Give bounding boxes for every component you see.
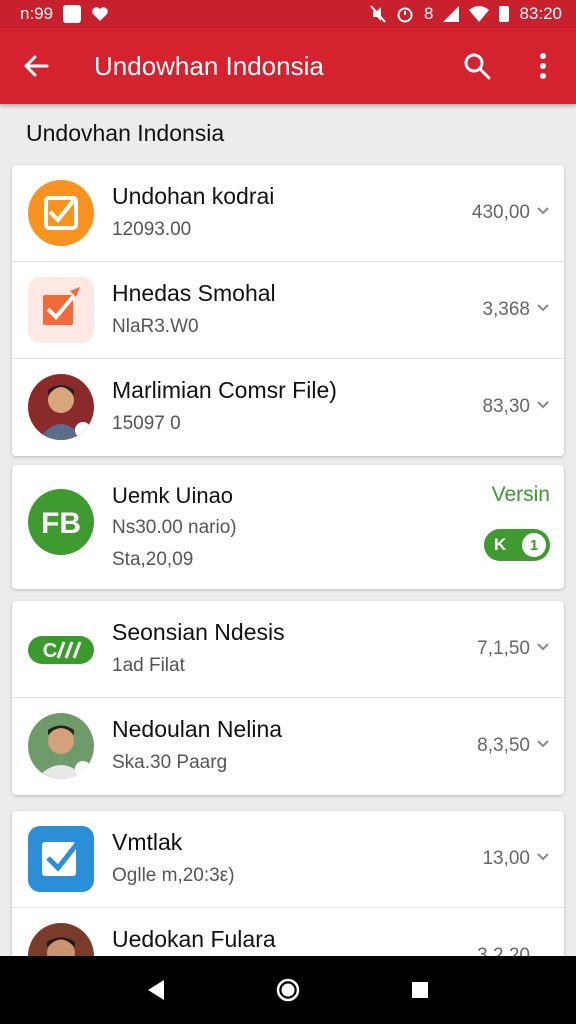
item-subtitle: 12093.00 bbox=[112, 219, 192, 240]
item-subtitle: Oglle m,20:3ε) bbox=[112, 865, 235, 886]
list-item[interactable]: Undohan kodrai 12093.00 430,00 bbox=[12, 165, 564, 262]
card-group-4: Vmtlak Oglle m,20:3ε) 13,00 Uedokan Fula… bbox=[12, 811, 564, 971]
item-name: Seonsian Ndesis bbox=[112, 619, 285, 645]
green-badge-icon: C bbox=[28, 616, 94, 682]
mute-icon bbox=[370, 5, 386, 23]
item-subtitle: Ska.30 Paarg bbox=[112, 752, 228, 773]
arrow-left-icon bbox=[24, 55, 49, 77]
status-bar: n:99 8 83:20 bbox=[0, 0, 576, 28]
battery-icon bbox=[499, 6, 510, 22]
list-item[interactable]: Hnedas Smohal NlaR3.W0 3,368 bbox=[12, 262, 564, 359]
svg-text:C: C bbox=[43, 640, 57, 662]
card-group-2: FB Uemk Uinao Ns30.00 nario) Sta,20,09 V… bbox=[12, 465, 564, 589]
back-button[interactable] bbox=[0, 28, 72, 104]
list-item[interactable]: C Seonsian Ndesis 1ad Filat 7,1,50 bbox=[12, 601, 564, 698]
heart-icon bbox=[91, 6, 109, 22]
list-item[interactable]: Nedoulan Nelina Ska.30 Paarg 8,3,50 bbox=[12, 698, 564, 795]
chevron-down-icon bbox=[537, 401, 549, 409]
notification-icon bbox=[63, 5, 82, 23]
square-recents-icon bbox=[412, 982, 428, 998]
item-value: 8,3,50 bbox=[477, 735, 530, 756]
nav-recents-button[interactable] bbox=[390, 960, 450, 1020]
chevron-down-icon bbox=[537, 853, 549, 861]
section-title: Undovhan Indonsia bbox=[26, 120, 225, 146]
item-detail: Sta,20,09 bbox=[112, 549, 194, 570]
item-name: Vmtlak bbox=[112, 829, 183, 855]
item-subtitle: NlaR3.W0 bbox=[112, 316, 199, 337]
item-subtitle: 1ad Filat bbox=[112, 655, 185, 676]
chevron-down-icon bbox=[537, 740, 549, 748]
checkbox-icon bbox=[28, 826, 94, 892]
circle-home-icon bbox=[276, 978, 300, 1002]
signal-text: 8 bbox=[423, 4, 434, 23]
search-icon bbox=[464, 53, 491, 80]
item-subtitle: 15097 0 bbox=[112, 413, 181, 434]
card-group-1: Undohan kodrai 12093.00 430,00 Hnedas Sm… bbox=[12, 165, 564, 456]
item-name: Marlimian Comsr File) bbox=[112, 377, 337, 403]
chevron-down-icon bbox=[537, 643, 549, 651]
wifi-icon bbox=[469, 6, 490, 22]
app-title: Undowhan Indonsia bbox=[94, 50, 324, 81]
item-subtitle: Ns30.00 nario) bbox=[112, 517, 237, 538]
nav-back-button[interactable] bbox=[126, 960, 186, 1020]
status-clock: 83:20 bbox=[519, 4, 562, 23]
triangle-back-icon bbox=[148, 980, 164, 1000]
version-label: Versin bbox=[491, 483, 550, 506]
item-name: Uedokan Fulara bbox=[112, 926, 276, 952]
toggle-knob: 1 bbox=[520, 531, 548, 559]
avatar bbox=[28, 374, 94, 440]
item-value: 430,00 bbox=[471, 202, 530, 223]
checkbox-icon bbox=[28, 180, 94, 246]
nav-home-button[interactable] bbox=[258, 960, 318, 1020]
toggle-text: K bbox=[494, 535, 507, 554]
item-value: 7,1,50 bbox=[477, 638, 530, 659]
item-name: Nedoulan Nelina bbox=[112, 716, 283, 742]
cell-signal-icon bbox=[443, 6, 460, 22]
item-name: Undohan kodrai bbox=[112, 183, 275, 209]
item-value: 3,368 bbox=[482, 299, 530, 320]
chevron-down-icon bbox=[537, 304, 549, 312]
chevron-down-icon bbox=[537, 207, 549, 215]
item-value: 83,30 bbox=[482, 396, 530, 417]
app-bar: Undowhan Indonsia bbox=[0, 28, 576, 104]
navigation-bar bbox=[0, 956, 576, 1024]
status-time: n:99 bbox=[20, 4, 54, 23]
item-value: 13,00 bbox=[482, 848, 530, 869]
pencil-check-icon bbox=[28, 277, 94, 343]
card-group-3: C Seonsian Ndesis 1ad Filat 7,1,50 Nedou… bbox=[12, 601, 564, 795]
alarm-icon bbox=[396, 5, 414, 23]
list-item[interactable]: FB Uemk Uinao Ns30.00 nario) Sta,20,09 V… bbox=[12, 465, 564, 589]
item-name: Hnedas Smohal bbox=[112, 280, 276, 306]
avatar bbox=[28, 713, 94, 779]
list-item[interactable]: Marlimian Comsr File) 15097 0 83,30 bbox=[12, 359, 564, 456]
more-vert-icon bbox=[540, 53, 546, 79]
list-item[interactable]: Vmtlak Oglle m,20:3ε) 13,00 bbox=[12, 811, 564, 908]
search-button[interactable] bbox=[444, 28, 510, 104]
item-name: Uemk Uinao bbox=[112, 483, 234, 508]
fb-logo-icon: FB bbox=[28, 489, 94, 555]
more-options-button[interactable] bbox=[510, 28, 576, 104]
svg-text:FB: FB bbox=[41, 507, 81, 540]
version-toggle[interactable]: K 1 bbox=[484, 529, 550, 561]
